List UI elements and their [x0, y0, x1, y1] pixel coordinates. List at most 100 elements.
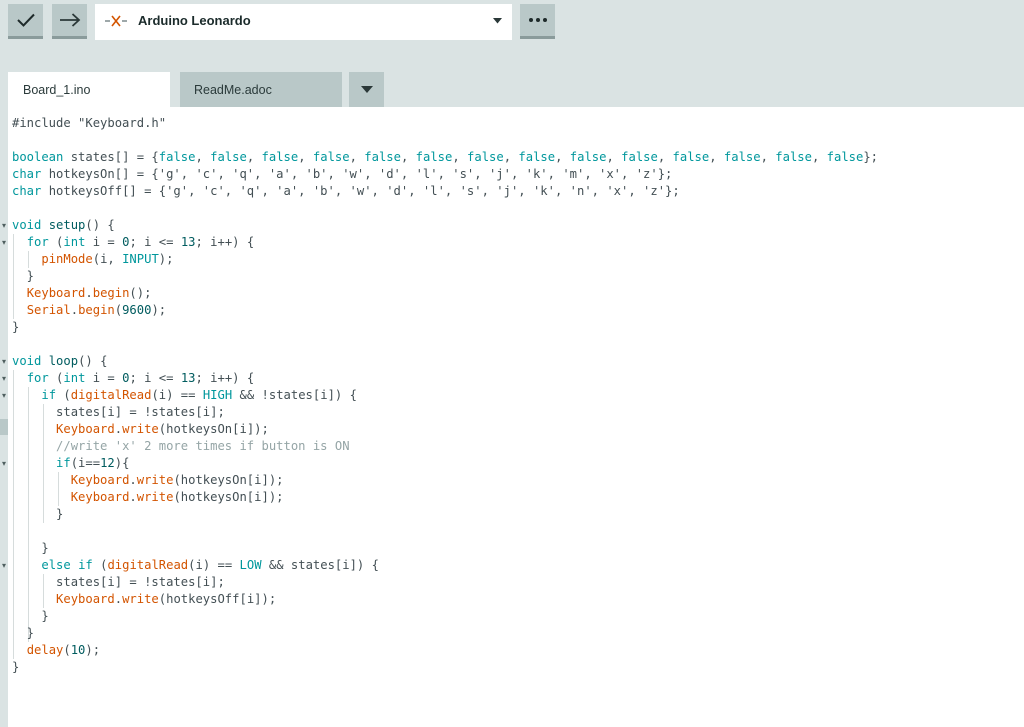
code-token: write [136, 473, 174, 487]
code-line[interactable]: Serial.begin(9600); [12, 302, 878, 319]
tab-readme-adoc[interactable]: ReadMe.adoc [180, 72, 342, 107]
code-token: . [85, 286, 93, 300]
code-line[interactable] [12, 523, 878, 540]
code-line[interactable] [12, 132, 878, 149]
code-token: ( [48, 235, 64, 249]
ellipsis-icon [528, 18, 547, 22]
code-token: pinMode [41, 252, 93, 266]
code-token: false [261, 150, 299, 164]
code-token: false [158, 150, 196, 164]
code-line[interactable]: if (digitalRead(i) == HIGH && !states[i]… [12, 387, 878, 404]
code-line[interactable]: for (int i = 0; i <= 13; i++) { [12, 370, 878, 387]
code-token: ( [63, 643, 71, 657]
code-token: ; i++) { [195, 371, 255, 385]
code-line[interactable] [12, 336, 878, 353]
code-line[interactable]: //write 'x' 2 more times if button is ON [12, 438, 878, 455]
code-line[interactable]: } [12, 319, 878, 336]
code-token: ; i <= [129, 235, 181, 249]
checkmark-icon [16, 13, 35, 27]
code-token: Serial [26, 303, 71, 317]
tab-board-1-ino[interactable]: Board_1.ino [8, 72, 170, 107]
code-line[interactable]: else if (digitalRead(i) == LOW && states… [12, 557, 878, 574]
code-line[interactable]: } [12, 625, 878, 642]
code-token: . [70, 303, 79, 317]
code-line[interactable]: delay(10); [12, 642, 878, 659]
code-line[interactable]: Keyboard.write(hotkeysOff[i]); [12, 591, 878, 608]
code-line[interactable]: char hotkeysOn[] = {'g', 'c', 'q', 'a', … [12, 166, 878, 183]
upload-button[interactable] [52, 4, 87, 39]
code-line[interactable]: } [12, 608, 878, 625]
fold-arrow-icon[interactable]: ▾ [0, 234, 8, 251]
code-token: (hotkeysOn[i]); [173, 473, 284, 487]
code-line[interactable]: states[i] = !states[i]; [12, 574, 878, 591]
code-token: } [12, 507, 64, 521]
code-line[interactable]: states[i] = !states[i]; [12, 404, 878, 421]
code-token: ; i <= [129, 371, 181, 385]
code-token: 9600 [122, 303, 152, 317]
code-line[interactable]: Keyboard.write(hotkeysOn[i]); [12, 472, 878, 489]
code-line[interactable]: } [12, 659, 878, 676]
code-line[interactable]: } [12, 268, 878, 285]
code-token: false [467, 150, 504, 164]
code-token: //write 'x' 2 more times if button is ON [56, 439, 350, 453]
code-token: LOW [239, 558, 262, 572]
source-code[interactable]: #include "Keyboard.h" boolean states[] = … [12, 115, 878, 676]
code-token: digitalRead [107, 558, 189, 572]
fold-arrow-icon[interactable]: ▾ [0, 217, 8, 234]
code-token: } [12, 626, 35, 640]
code-line[interactable]: } [12, 540, 878, 557]
verify-button[interactable] [8, 4, 43, 39]
board-selector[interactable]: Arduino Leonardo [95, 4, 512, 40]
file-tabs: Board_1.ino ReadMe.adoc [0, 72, 1024, 107]
code-line[interactable]: #include "Keyboard.h" [12, 115, 878, 132]
code-token: . [114, 592, 123, 606]
code-token: 10 [70, 643, 86, 657]
tab-menu-button[interactable] [349, 72, 384, 107]
code-line[interactable]: void setup() { [12, 217, 878, 234]
code-line[interactable]: for (int i = 0; i <= 13; i++) { [12, 234, 878, 251]
code-token: setup [48, 218, 86, 232]
toolbar: Arduino Leonardo [0, 0, 1024, 72]
fold-arrow-icon[interactable]: ▾ [0, 455, 8, 472]
code-line[interactable]: Keyboard.write(hotkeysOn[i]); [12, 421, 878, 438]
code-line[interactable]: } [12, 506, 878, 523]
code-token: 13 [180, 235, 196, 249]
code-token: hotkeysOn[] = {'g', 'c', 'q', 'a', 'b', … [41, 167, 673, 181]
code-line[interactable]: if(i==12){ [12, 455, 878, 472]
code-token: , [400, 150, 416, 164]
code-line[interactable]: pinMode(i, INPUT); [12, 251, 878, 268]
code-line[interactable] [12, 200, 878, 217]
code-token: void [12, 354, 42, 368]
code-line[interactable]: boolean states[] = {false, false, false,… [12, 149, 878, 166]
code-token: INPUT [122, 252, 159, 266]
code-token: false [723, 150, 761, 164]
code-token: for [26, 371, 49, 385]
code-token: if [78, 558, 93, 572]
code-token: , [760, 150, 776, 164]
code-token: , [606, 150, 622, 164]
code-token: false [775, 150, 812, 164]
code-line[interactable]: char hotkeysOff[] = {'g', 'c', 'q', 'a',… [12, 183, 878, 200]
fold-arrow-icon[interactable]: ▾ [0, 353, 8, 370]
code-line[interactable]: Keyboard.begin(); [12, 285, 878, 302]
fold-arrow-icon[interactable]: ▾ [0, 387, 8, 404]
code-line[interactable]: void loop() { [12, 353, 878, 370]
more-button[interactable] [520, 4, 555, 39]
code-token: i = [85, 371, 123, 385]
fold-arrow-icon[interactable]: ▾ [0, 370, 8, 387]
fold-arrow-icon[interactable]: ▾ [0, 557, 8, 574]
code-token: ( [92, 558, 108, 572]
code-token: delay [26, 643, 64, 657]
code-token: , [811, 150, 827, 164]
code-line[interactable]: Keyboard.write(hotkeysOn[i]); [12, 489, 878, 506]
code-token: false [312, 150, 350, 164]
code-token: ; i++) { [195, 235, 255, 249]
code-token: Keyboard [56, 592, 115, 606]
